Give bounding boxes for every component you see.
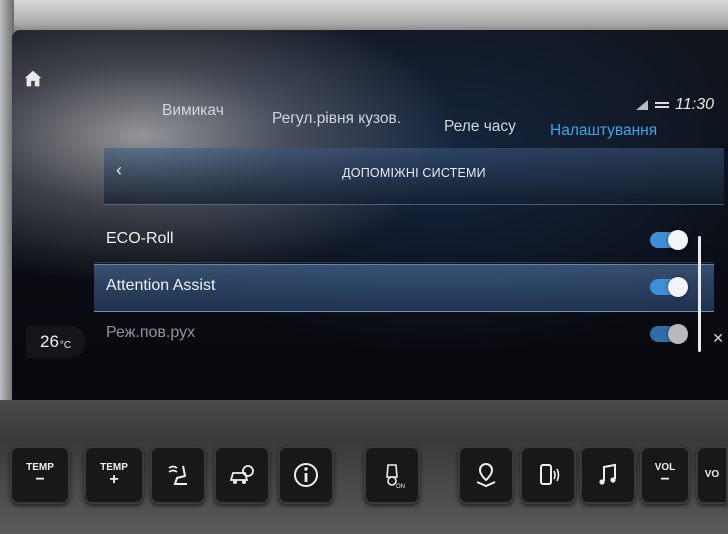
home-icon[interactable] xyxy=(22,68,44,90)
tab-body-level[interactable]: Регул.рівня кузов. xyxy=(272,110,401,128)
svg-text:ON: ON xyxy=(396,484,405,490)
temp-plus-button[interactable]: TEMP + xyxy=(84,446,144,504)
navigation-button[interactable] xyxy=(458,446,514,504)
button-label: VO xyxy=(704,469,720,480)
music-note-icon xyxy=(599,463,616,485)
submenu-title: ДОПОМІЖНІ СИСТЕМИ xyxy=(342,166,486,180)
phone-icon xyxy=(540,464,560,485)
button-sign: − xyxy=(660,471,670,488)
setting-row-eco-roll[interactable]: ECO-Roll xyxy=(94,218,714,263)
start-stop-button[interactable]: ON xyxy=(364,446,420,504)
toggle-switch[interactable] xyxy=(650,277,688,297)
setting-label: Реж.пов.рух xyxy=(106,324,196,341)
tab-switch[interactable]: Вимикач xyxy=(162,102,224,120)
setting-row-turn-mode[interactable]: Реж.пов.рух xyxy=(94,312,714,356)
temperature-badge[interactable]: 26 °C xyxy=(26,326,86,358)
info-icon xyxy=(294,463,318,487)
temp-minus-button[interactable]: TEMP − xyxy=(10,446,70,504)
button-sign: + xyxy=(109,471,119,488)
phone-button[interactable] xyxy=(520,446,576,504)
scrollbar[interactable] xyxy=(698,236,701,352)
setting-row-attention-assist[interactable]: Attention Assist xyxy=(94,264,714,312)
info-button[interactable] xyxy=(278,446,334,504)
toggle-knob xyxy=(668,324,688,344)
toggle-knob xyxy=(668,230,688,250)
button-sign: − xyxy=(35,471,45,488)
media-button[interactable] xyxy=(580,446,636,504)
seat-ventilation-icon xyxy=(168,465,187,485)
infotainment-screen: 11:30 Вимикач Регул.рівня кузов. Реле ча… xyxy=(12,30,728,408)
tab-bar: Вимикач Регул.рівня кузов. Реле часу Нал… xyxy=(162,100,722,139)
temperature-unit: °C xyxy=(59,339,72,351)
start-stop-icon: ON xyxy=(386,464,405,490)
tab-settings[interactable]: Налаштування xyxy=(550,122,657,140)
hardware-button-strip: TEMP − TEMP + ON VOL − VO xyxy=(0,440,728,510)
seat-ventilation-button[interactable] xyxy=(150,446,206,504)
volume-plus-button[interactable]: VO xyxy=(696,446,728,504)
setting-label: Attention Assist xyxy=(106,277,216,294)
close-icon[interactable]: ✕ xyxy=(712,330,724,347)
temperature-value: 26 xyxy=(40,332,59,351)
toggle-switch[interactable] xyxy=(650,324,688,344)
setting-label: ECO-Roll xyxy=(106,230,174,247)
car-gear-icon xyxy=(229,465,254,484)
navigation-icon xyxy=(476,462,496,488)
tab-timer-relay[interactable]: Реле часу xyxy=(444,118,516,136)
toggle-switch[interactable] xyxy=(650,230,688,250)
toggle-knob xyxy=(668,277,688,297)
vehicle-settings-button[interactable] xyxy=(214,446,270,504)
submenu-header: ‹ ДОПОМІЖНІ СИСТЕМИ xyxy=(104,148,724,205)
volume-minus-button[interactable]: VOL − xyxy=(640,446,690,504)
